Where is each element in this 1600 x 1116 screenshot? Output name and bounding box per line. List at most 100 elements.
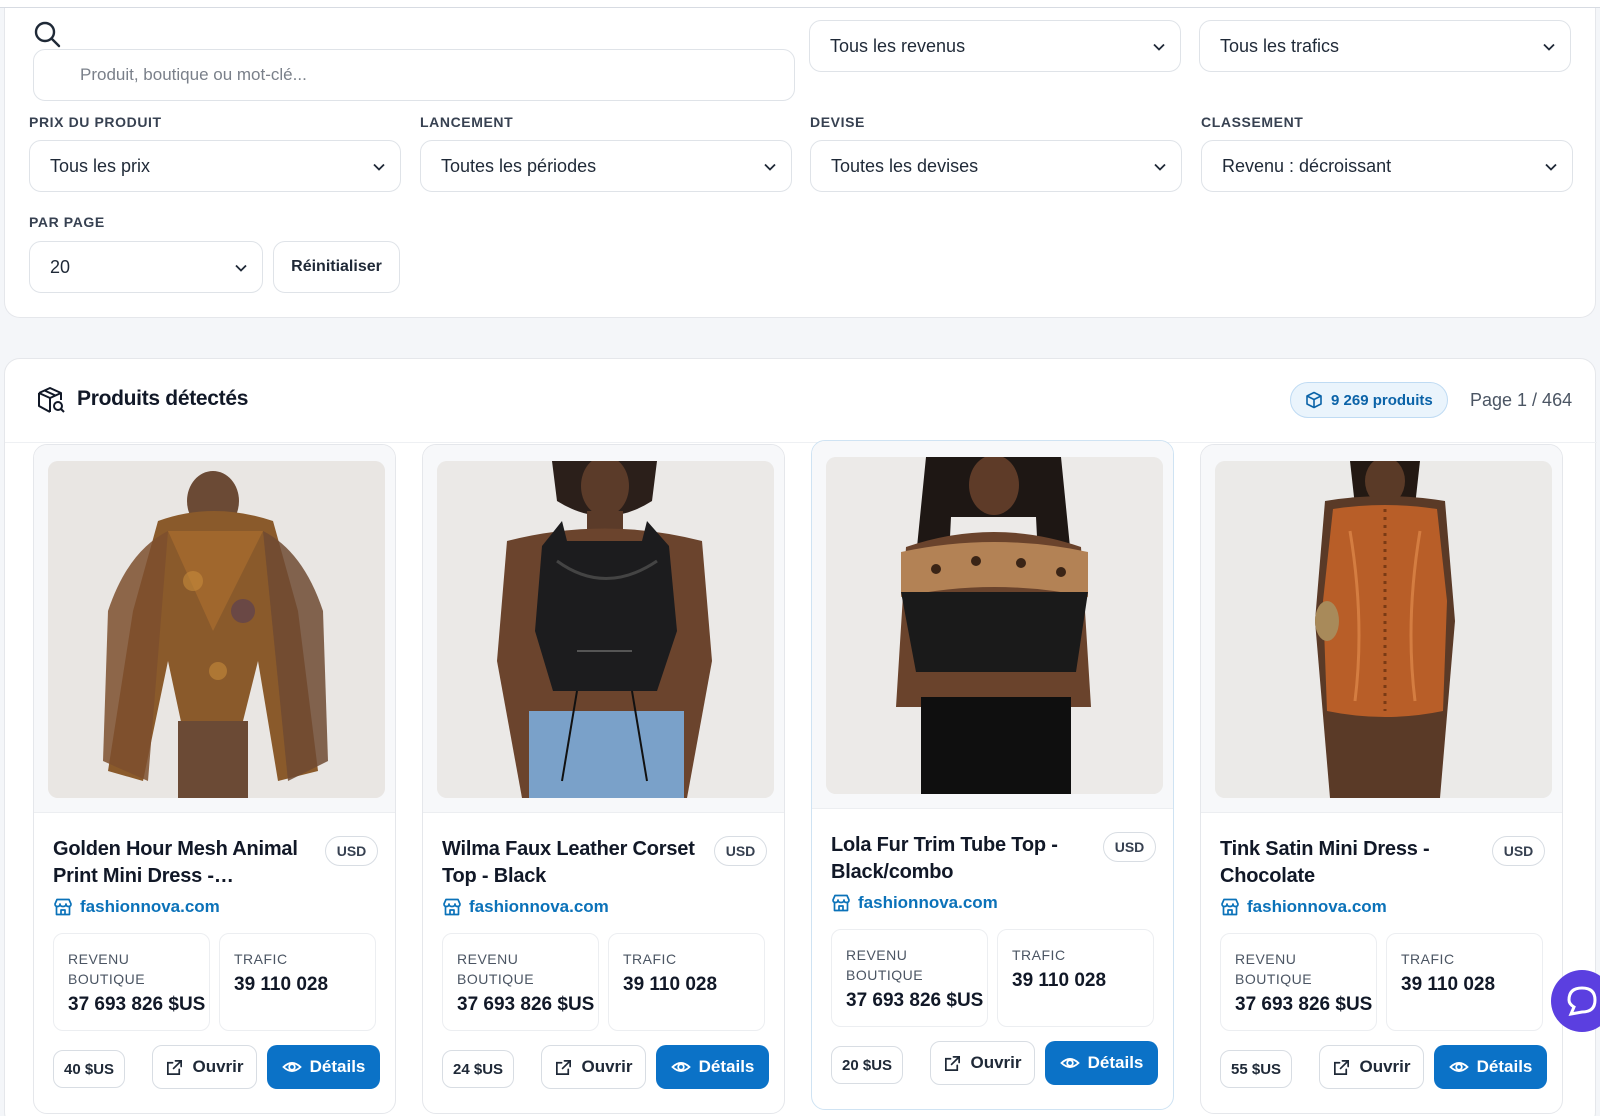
shop-link[interactable]: fashionnova.com — [831, 893, 998, 913]
price-select-value: Tous les prix — [50, 155, 151, 176]
currency-badge: USD — [325, 836, 378, 866]
eye-icon — [1448, 1062, 1469, 1072]
chat-bubble-icon — [1567, 986, 1597, 1016]
traffic-select[interactable]: Tous les trafics — [1199, 20, 1571, 72]
launch-select-value: Toutes les périodes — [441, 155, 597, 176]
chevron-down-icon — [1543, 43, 1555, 51]
price-badge: 20 $US — [831, 1046, 904, 1084]
traffic-value: 39 110 028 — [623, 974, 718, 995]
shop-domain: fashionnova.com — [80, 897, 220, 916]
eye-icon — [281, 1062, 302, 1072]
currency-badge: USD — [1103, 832, 1156, 862]
revenue-select-value: Tous les revenus — [830, 35, 966, 56]
price-select[interactable]: Tous les prix — [29, 140, 401, 192]
currency-select-value: Toutes les devises — [831, 155, 979, 176]
eye-icon — [1059, 1058, 1080, 1068]
traffic-stat-label: TRAFIC — [1401, 951, 1455, 967]
details-button[interactable]: Détails — [1045, 1041, 1158, 1085]
product-card[interactable]: Tink Satin Mini Dress - Chocolate USD fa… — [1200, 444, 1563, 1114]
page-indicator: Page 1 / 464 — [1470, 390, 1573, 410]
store-icon — [54, 898, 72, 916]
sort-filter-label: CLASSEMENT — [1201, 114, 1304, 130]
store-icon — [1221, 898, 1239, 916]
chevron-down-icon — [1154, 163, 1166, 171]
product-image-frame — [1201, 445, 1562, 813]
revenue-value: 37 693 826 $US — [1235, 994, 1373, 1015]
shop-domain: fashionnova.com — [1247, 897, 1387, 916]
product-image[interactable] — [1215, 461, 1552, 798]
currency-badge: USD — [714, 836, 767, 866]
product-name[interactable]: Tink Satin Mini Dress - Chocolate — [1220, 836, 1480, 890]
product-count-badge: 9 269 produits — [1290, 382, 1448, 418]
product-card[interactable]: Golden Hour Mesh Animal Print Mini Dress… — [33, 444, 396, 1114]
revenue-value: 37 693 826 $US — [68, 994, 206, 1015]
revenue-select[interactable]: Tous les revenus — [809, 20, 1181, 72]
currency-select[interactable]: Toutes les devises — [810, 140, 1182, 192]
products-header: Produits détectés 9 269 produits Page 1 … — [5, 359, 1597, 443]
search-input[interactable] — [33, 49, 795, 101]
traffic-stat: TRAFIC 39 110 028 — [219, 933, 376, 1031]
traffic-stat-label: TRAFIC — [234, 951, 288, 967]
search-icon — [34, 21, 61, 48]
open-button[interactable]: Ouvrir — [930, 1041, 1035, 1085]
shop-link[interactable]: fashionnova.com — [1220, 897, 1387, 917]
shop-link[interactable]: fashionnova.com — [442, 897, 609, 917]
open-button[interactable]: Ouvrir — [1319, 1045, 1424, 1089]
details-button[interactable]: Détails — [656, 1045, 769, 1089]
chevron-down-icon — [764, 163, 776, 171]
product-image-frame — [34, 445, 395, 813]
product-count: 9 269 produits — [1331, 391, 1433, 409]
external-link-icon — [167, 1059, 183, 1075]
external-link-icon — [1334, 1059, 1350, 1075]
shop-domain: fashionnova.com — [469, 897, 609, 916]
price-badge: 55 $US — [1220, 1050, 1293, 1088]
per-page-select-value: 20 — [50, 256, 71, 277]
currency-badge: USD — [1492, 836, 1545, 866]
open-button[interactable]: Ouvrir — [541, 1045, 646, 1089]
revenue-value: 37 693 826 $US — [846, 990, 984, 1011]
traffic-stat-label: TRAFIC — [623, 951, 677, 967]
traffic-stat: TRAFIC 39 110 028 — [1386, 933, 1543, 1031]
traffic-value: 39 110 028 — [1401, 974, 1496, 995]
product-image[interactable] — [48, 461, 385, 798]
revenue-value: 37 693 826 $US — [457, 994, 595, 1015]
chevron-down-icon — [373, 163, 385, 171]
product-name[interactable]: Golden Hour Mesh Animal Print Mini Dress… — [53, 836, 313, 890]
reset-button[interactable]: Réinitialiser — [273, 241, 400, 293]
products-title: Produits détectés — [77, 387, 249, 410]
browser-top-edge — [0, 0, 1600, 8]
shop-link[interactable]: fashionnova.com — [53, 897, 220, 917]
revenue-stat: REVENU BOUTIQUE 37 693 826 $US — [442, 933, 599, 1031]
product-card[interactable]: Wilma Faux Leather Corset Top - Black US… — [422, 444, 785, 1114]
sort-select[interactable]: Revenu : décroissant — [1201, 140, 1573, 192]
traffic-stat: TRAFIC 39 110 028 — [997, 929, 1154, 1027]
per-page-select[interactable]: 20 — [29, 241, 263, 293]
product-name[interactable]: Wilma Faux Leather Corset Top - Black — [442, 836, 702, 890]
product-image[interactable] — [437, 461, 774, 798]
product-image[interactable] — [826, 457, 1163, 794]
revenue-stat: REVENU BOUTIQUE 37 693 826 $US — [53, 933, 210, 1031]
product-name[interactable]: Lola Fur Trim Tube Top - Black/combo — [831, 832, 1091, 886]
revenue-stat-label: REVENU BOUTIQUE — [457, 951, 535, 987]
traffic-select-value: Tous les trafics — [1220, 35, 1340, 56]
launch-filter-label: LANCEMENT — [420, 114, 514, 130]
package-search-icon — [38, 387, 65, 413]
traffic-value: 39 110 028 — [234, 974, 329, 995]
launch-select[interactable]: Toutes les périodes — [420, 140, 792, 192]
revenue-stat: REVENU BOUTIQUE 37 693 826 $US — [1220, 933, 1377, 1031]
shop-domain: fashionnova.com — [858, 893, 998, 912]
revenue-stat-label: REVENU BOUTIQUE — [68, 951, 146, 987]
details-button[interactable]: Détails — [267, 1045, 380, 1089]
external-link-icon — [945, 1055, 961, 1071]
chevron-down-icon — [235, 264, 247, 272]
revenue-stat-label: REVENU BOUTIQUE — [846, 947, 924, 983]
traffic-stat: TRAFIC 39 110 028 — [608, 933, 765, 1031]
eye-icon — [670, 1062, 691, 1072]
price-filter-label: PRIX DU PRODUIT — [29, 114, 162, 130]
cube-icon — [1306, 391, 1322, 409]
open-button[interactable]: Ouvrir — [152, 1045, 257, 1089]
product-card[interactable]: Lola Fur Trim Tube Top - Black/combo USD… — [811, 440, 1174, 1110]
details-button[interactable]: Détails — [1434, 1045, 1547, 1089]
per-page-label: PAR PAGE — [29, 214, 105, 230]
currency-filter-label: DEVISE — [810, 114, 865, 130]
